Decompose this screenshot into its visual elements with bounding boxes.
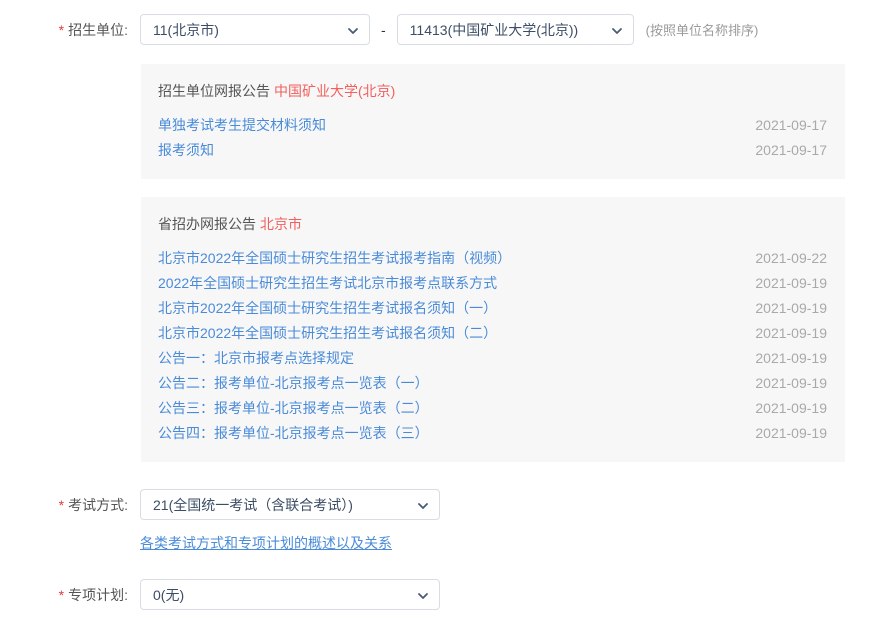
notice-panel: 招生单位网报公告中国矿业大学(北京) 单独考试考生提交材料须知 2021-09-… xyxy=(141,64,845,179)
chevron-down-icon xyxy=(417,590,429,602)
recruit-unit-row: *招生单位: 11(北京市) - 11413(中国矿业大学(北京)) (按照单位… xyxy=(0,14,886,45)
required-marker: * xyxy=(59,497,64,513)
panel-highlight: 北京市 xyxy=(260,216,302,232)
notice-date: 2021-09-22 xyxy=(755,246,827,271)
province-select[interactable]: 11(北京市) xyxy=(140,14,370,45)
panel-header: 招生单位网报公告中国矿业大学(北京) xyxy=(158,82,827,100)
notice-row: 公告一：北京市报考点选择规定 2021-09-19 xyxy=(158,346,827,371)
notice-date: 2021-09-17 xyxy=(755,138,827,163)
notice-row: 单独考试考生提交材料须知 2021-09-17 xyxy=(158,113,827,138)
notice-row: 2022年全国硕士研究生招生考试北京市报考点联系方式 2021-09-19 xyxy=(158,271,827,296)
special-program-select[interactable]: 0(无) xyxy=(140,579,440,610)
notice-panel: 省招办网报公告北京市 北京市2022年全国硕士研究生招生考试报考指南（视频） 2… xyxy=(141,197,845,462)
notice-list: 单独考试考生提交材料须知 2021-09-17 报考须知 2021-09-17 xyxy=(158,113,827,163)
unit-select[interactable]: 11413(中国矿业大学(北京)) xyxy=(397,14,634,45)
notice-link[interactable]: 北京市2022年全国硕士研究生招生考试报考指南（视频） xyxy=(158,246,511,271)
exam-help-link[interactable]: 各类考试方式和专项计划的概述以及关系 xyxy=(140,535,392,551)
notice-link[interactable]: 公告一：北京市报考点选择规定 xyxy=(158,346,354,371)
notice-link[interactable]: 公告二：报考单位-北京报考点一览表（一） xyxy=(158,371,429,396)
required-marker: * xyxy=(59,22,64,38)
select-separator: - xyxy=(381,22,386,38)
notice-row: 北京市2022年全国硕士研究生招生考试报名须知（二） 2021-09-19 xyxy=(158,321,827,346)
recruit-unit-label-text: 招生单位: xyxy=(68,22,128,38)
unit-select-value: 11413(中国矿业大学(北京)) xyxy=(410,20,579,40)
chevron-down-icon xyxy=(417,500,429,512)
notice-row: 公告四：报考单位-北京报考点一览表（三） 2021-09-19 xyxy=(158,421,827,446)
panel-title: 省招办网报公告 xyxy=(158,216,256,232)
panels: 招生单位网报公告中国矿业大学(北京) 单独考试考生提交材料须知 2021-09-… xyxy=(0,64,886,462)
notice-date: 2021-09-19 xyxy=(755,371,827,396)
notice-link[interactable]: 北京市2022年全国硕士研究生招生考试报名须知（二） xyxy=(158,321,497,346)
panel-title: 招生单位网报公告 xyxy=(158,83,270,99)
notice-link[interactable]: 公告三：报考单位-北京报考点一览表（二） xyxy=(158,396,429,421)
notice-row: 北京市2022年全国硕士研究生招生考试报考指南（视频） 2021-09-22 xyxy=(158,246,827,271)
notice-link[interactable]: 报考须知 xyxy=(158,138,214,163)
special-program-label: *专项计划: xyxy=(0,585,140,605)
exam-method-select[interactable]: 21(全国统一考试（含联合考试）) xyxy=(140,489,440,520)
notice-link[interactable]: 单独考试考生提交材料须知 xyxy=(158,113,326,138)
notice-date: 2021-09-17 xyxy=(755,113,827,138)
special-program-label-text: 专项计划: xyxy=(68,587,128,603)
notice-date: 2021-09-19 xyxy=(755,421,827,446)
exam-method-row: *考试方式: 21(全国统一考试（含联合考试）) xyxy=(0,489,886,520)
notice-date: 2021-09-19 xyxy=(755,321,827,346)
notice-link[interactable]: 2022年全国硕士研究生招生考试北京市报考点联系方式 xyxy=(158,271,497,296)
province-select-value: 11(北京市) xyxy=(153,20,219,40)
exam-help-row: 各类考试方式和专项计划的概述以及关系 xyxy=(140,533,886,553)
recruit-unit-label: *招生单位: xyxy=(0,20,140,40)
required-marker: * xyxy=(59,587,64,603)
notice-link[interactable]: 公告四：报考单位-北京报考点一览表（三） xyxy=(158,421,429,446)
exam-method-select-value: 21(全国统一考试（含联合考试）) xyxy=(153,495,353,515)
notice-list: 北京市2022年全国硕士研究生招生考试报考指南（视频） 2021-09-22 2… xyxy=(158,246,827,446)
exam-method-label: *考试方式: xyxy=(0,495,140,515)
chevron-down-icon xyxy=(347,25,359,37)
unit-sort-hint: (按照单位名称排序) xyxy=(646,20,759,39)
notice-date: 2021-09-19 xyxy=(755,346,827,371)
special-program-row: *专项计划: 0(无) xyxy=(0,579,886,610)
exam-method-label-text: 考试方式: xyxy=(68,497,128,513)
panel-header: 省招办网报公告北京市 xyxy=(158,215,827,233)
notice-row: 公告二：报考单位-北京报考点一览表（一） 2021-09-19 xyxy=(158,371,827,396)
notice-row: 公告三：报考单位-北京报考点一览表（二） 2021-09-19 xyxy=(158,396,827,421)
panel-highlight: 中国矿业大学(北京) xyxy=(274,83,395,99)
notice-link[interactable]: 北京市2022年全国硕士研究生招生考试报名须知（一） xyxy=(158,296,497,321)
notice-row: 北京市2022年全国硕士研究生招生考试报名须知（一） 2021-09-19 xyxy=(158,296,827,321)
special-program-select-value: 0(无) xyxy=(153,585,184,605)
notice-row: 报考须知 2021-09-17 xyxy=(158,138,827,163)
notice-date: 2021-09-19 xyxy=(755,296,827,321)
notice-date: 2021-09-19 xyxy=(755,396,827,421)
notice-date: 2021-09-19 xyxy=(755,271,827,296)
chevron-down-icon xyxy=(611,25,623,37)
